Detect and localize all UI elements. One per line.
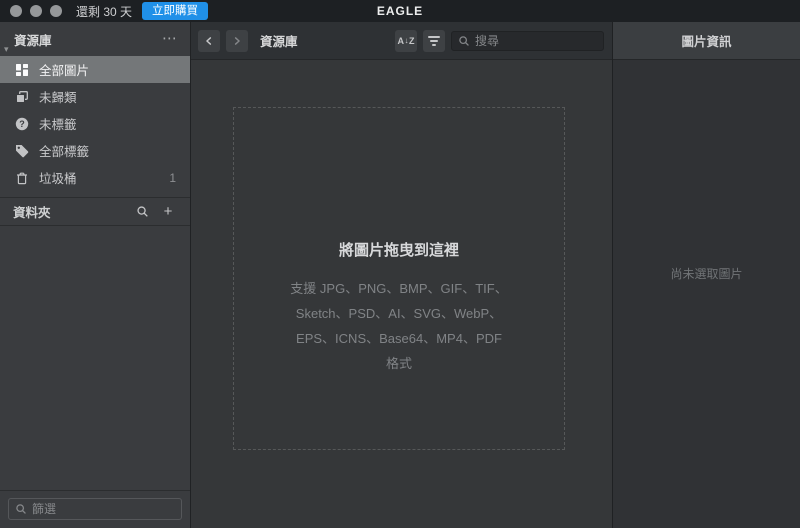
sidebar-item-label: 全部標籤	[39, 141, 89, 160]
search-icon	[15, 503, 27, 515]
breadcrumb: 資源庫	[260, 31, 298, 50]
info-panel-body: 尚未選取圖片	[613, 60, 800, 528]
sidebar-item-all-tags[interactable]: 全部標籤	[0, 137, 190, 164]
svg-text:?: ?	[19, 119, 25, 129]
sort-az-icon: A↓Z	[398, 36, 415, 46]
folder-list-empty-area	[0, 226, 190, 490]
trash-count-badge: 1	[169, 171, 176, 185]
sidebar-item-untagged[interactable]: ? 未標籤	[0, 110, 190, 137]
search-input[interactable]	[475, 34, 597, 48]
sidebar-filter-area	[0, 490, 190, 528]
image-dropzone[interactable]: 將圖片拖曳到這裡 支援 JPG、PNG、BMP、GIF、TIF、 Sketch、…	[233, 107, 565, 450]
grid-icon	[14, 62, 29, 77]
titlebar: 還剩 30 天 立即購買 EAGLE	[0, 0, 800, 22]
sidebar-item-uncategorized[interactable]: 未歸類	[0, 83, 190, 110]
zoom-window-icon[interactable]	[50, 5, 62, 17]
main-area: 資源庫 A↓Z	[191, 22, 612, 528]
sidebar-item-label: 垃圾桶	[39, 168, 77, 187]
library-section-header[interactable]: ▾ 資源庫 ⋯	[0, 22, 190, 56]
main-toolbar: 資源庫 A↓Z	[191, 22, 612, 60]
sidebar-item-trash[interactable]: 垃圾桶 1	[0, 164, 190, 191]
question-icon: ?	[14, 116, 29, 131]
folders-header-label: 資料夾	[13, 202, 133, 221]
sidebar-item-all-images[interactable]: 全部圖片	[0, 56, 190, 83]
add-folder-icon[interactable]: +	[159, 203, 177, 221]
dropzone-supported-formats: 支援 JPG、PNG、BMP、GIF、TIF、 Sketch、PSD、AI、SV…	[290, 276, 507, 376]
folder-search-icon[interactable]	[133, 203, 151, 221]
trial-days-remaining: 還剩 30 天	[76, 3, 132, 20]
folder-filter-box[interactable]	[8, 498, 182, 520]
back-button[interactable]	[198, 30, 220, 52]
buy-now-button[interactable]: 立即購買	[142, 2, 208, 20]
content-canvas: 將圖片拖曳到這裡 支援 JPG、PNG、BMP、GIF、TIF、 Sketch、…	[191, 60, 612, 528]
chevron-down-icon[interactable]: ▾	[4, 44, 9, 55]
forward-button[interactable]	[226, 30, 248, 52]
search-icon	[458, 35, 470, 47]
info-panel: 圖片資訊 尚未選取圖片	[612, 22, 800, 528]
sidebar-item-label: 全部圖片	[39, 60, 89, 79]
close-window-icon[interactable]	[10, 5, 22, 17]
window-controls	[10, 5, 62, 17]
sidebar: ▾ 資源庫 ⋯ 全部圖片	[0, 22, 191, 528]
folders-section-header: 資料夾 +	[0, 198, 190, 226]
minimize-window-icon[interactable]	[30, 5, 42, 17]
app-window: 還剩 30 天 立即購買 EAGLE ▾ 資源庫 ⋯ 全部圖片	[0, 0, 800, 528]
sort-button[interactable]: A↓Z	[395, 30, 417, 52]
trash-icon	[14, 170, 29, 185]
dropzone-title: 將圖片拖曳到這裡	[339, 239, 459, 260]
search-box[interactable]	[451, 31, 604, 51]
sidebar-item-label: 未標籤	[39, 114, 77, 133]
tag-icon	[14, 143, 29, 158]
more-options-icon[interactable]: ⋯	[162, 34, 178, 44]
sidebar-item-label: 未歸類	[39, 87, 77, 106]
filter-icon	[428, 36, 440, 46]
info-panel-header: 圖片資訊	[613, 22, 800, 60]
library-header-label: 資源庫	[14, 30, 162, 49]
layers-icon	[14, 89, 29, 104]
filter-button[interactable]	[423, 30, 445, 52]
folder-filter-input[interactable]	[32, 502, 175, 516]
no-selection-text: 尚未選取圖片	[670, 265, 742, 528]
